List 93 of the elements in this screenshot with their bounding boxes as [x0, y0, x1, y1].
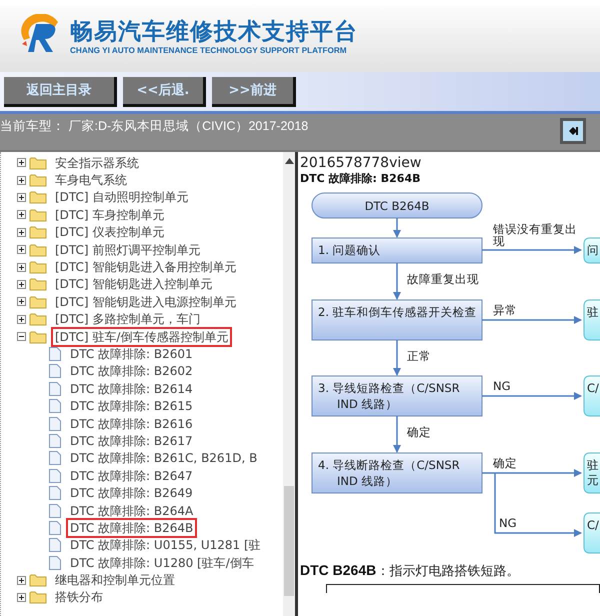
document-icon [48, 416, 62, 432]
flow-arrow [393, 218, 401, 238]
document-icon [48, 502, 62, 518]
folder-icon [29, 156, 47, 170]
scrollbar[interactable] [283, 152, 295, 616]
platform-subtitle: CHANG YI AUTO MAINTENANCE TECHNOLOGY SUPPORT PLATFORM [70, 46, 348, 54]
tree-item[interactable]: [DTC] 仪表控制单元 [51, 222, 168, 242]
expand-toggle-icon[interactable] [17, 245, 26, 254]
document-icon [48, 380, 62, 397]
document-icon [48, 537, 62, 554]
tree-item[interactable]: DTC 故障排除: B2601 [66, 344, 197, 364]
folder-icon [29, 294, 47, 309]
result-node: 驻 元 [584, 452, 600, 494]
result-node: C/ [584, 512, 600, 554]
scroll-thumb[interactable] [284, 486, 294, 596]
panel-toggle-button[interactable] [560, 118, 586, 144]
tree-item[interactable]: [DTC] 车身控制单元 [51, 204, 168, 225]
flow-label: NG [499, 516, 517, 530]
folder-icon [29, 573, 47, 588]
dtc-description: ：指示灯电路搭铁短路。 [376, 563, 520, 580]
folder-icon [29, 277, 47, 292]
start-node: DTC B264B [312, 192, 482, 218]
flow-label: 异常 [493, 303, 517, 317]
platform-title: 畅易汽车维修技术支持平台 [70, 18, 358, 46]
nav-button[interactable]: >>前进 [212, 76, 296, 106]
tree-item[interactable]: DTC 故障排除: B261C, B261D, B [66, 448, 262, 468]
view-id: 2016578778view [300, 155, 422, 171]
expand-toggle-icon[interactable] [17, 314, 26, 324]
expand-toggle-icon[interactable] [17, 280, 26, 289]
tree-item[interactable]: [DTC] 多路控制单元，车门 [51, 309, 204, 330]
tree-item[interactable]: DTC 故障排除: B2647 [66, 466, 197, 486]
arrow-icon [567, 125, 579, 137]
document-icon [48, 520, 62, 536]
expand-toggle-icon[interactable] [17, 592, 26, 602]
expand-toggle-icon[interactable] [17, 210, 26, 220]
tree-item[interactable]: DTC 故障排除: B2602 [66, 361, 197, 382]
dtc-code: DTC B264B [300, 562, 376, 578]
tree-item[interactable]: [DTC] 驻车/倒车传感器控制单元 [51, 326, 232, 347]
folder-icon [29, 173, 47, 188]
document-icon [48, 432, 62, 449]
nav-button[interactable]: 返回主目录 [4, 76, 117, 106]
current-model-text: 当前车型： 厂家:D-东风本田思域（CIVIC）2017-2018 [0, 118, 308, 135]
flow-label: 故障重复出现 [407, 272, 479, 286]
folder-icon [29, 590, 47, 604]
step-node: 3. 导线短路检查（C/SNSR IND 线路） [312, 376, 482, 416]
document-icon [48, 346, 62, 362]
document-icon [48, 554, 62, 571]
result-node: 驻 [584, 300, 600, 340]
step-node: 1. 问题确认 [312, 238, 482, 264]
folder-icon [29, 330, 47, 344]
flow-arrow [393, 263, 401, 300]
expand-toggle-icon[interactable] [17, 332, 26, 342]
flow-label: 确定 [407, 425, 431, 439]
document-icon [48, 363, 62, 380]
expand-toggle-icon[interactable] [17, 576, 26, 585]
tree-item[interactable]: DTC 故障排除: U0155, U1281 [驻 [66, 535, 265, 556]
folder-icon [29, 260, 47, 274]
scroll-up-icon[interactable] [284, 158, 294, 164]
folder-icon [29, 242, 47, 257]
step-node: 2. 驻车和倒车传感器开关检查 [312, 300, 482, 340]
document-icon [48, 468, 62, 484]
expand-toggle-icon[interactable] [17, 158, 26, 168]
expand-toggle-icon[interactable] [17, 192, 26, 202]
tree-item[interactable]: DTC 故障排除: B2615 [66, 396, 197, 416]
flow-arrow [393, 416, 401, 453]
document-icon [48, 398, 62, 414]
expand-toggle-icon[interactable] [17, 176, 26, 185]
flow-label: 确定 [493, 456, 517, 470]
expand-toggle-icon[interactable] [17, 297, 26, 306]
document-icon [48, 485, 62, 502]
step-node: 4. 导线断路检查（C/SNSR IND 线路） [312, 452, 482, 494]
folder-icon [29, 312, 47, 326]
nav-button[interactable]: <<后退. [123, 76, 206, 106]
result-node: C/ [584, 376, 600, 416]
tree-item[interactable]: DTC 故障排除: U1280 [驻车/倒车 [66, 552, 258, 573]
tree-item[interactable]: 安全指示器系统 [51, 152, 143, 173]
tree-item[interactable]: [DTC] 智能钥匙进入电源控制单元 [51, 292, 240, 312]
document-icon [48, 450, 62, 466]
tree-item[interactable]: DTC 故障排除: B2649 [66, 483, 197, 504]
document-title: DTC 故障排除: B264B [300, 171, 422, 186]
flow-arrow [393, 340, 401, 376]
folder-icon [29, 225, 47, 240]
folder-icon [29, 190, 47, 204]
expand-toggle-icon[interactable] [17, 228, 26, 237]
flow-label: 错误没有重复出 现 [493, 222, 577, 248]
folder-icon [29, 208, 47, 222]
tree-item[interactable]: DTC 故障排除: B2614 [66, 378, 197, 399]
flow-label: NG [493, 379, 511, 393]
tree-item[interactable]: DTC 故障排除: B264B [66, 518, 198, 538]
tree-item[interactable]: [DTC] 前照灯调平控制单元 [51, 240, 204, 260]
result-node: 问 [584, 238, 600, 264]
flow-label: 正常 [407, 349, 431, 363]
expand-toggle-icon[interactable] [17, 262, 26, 272]
